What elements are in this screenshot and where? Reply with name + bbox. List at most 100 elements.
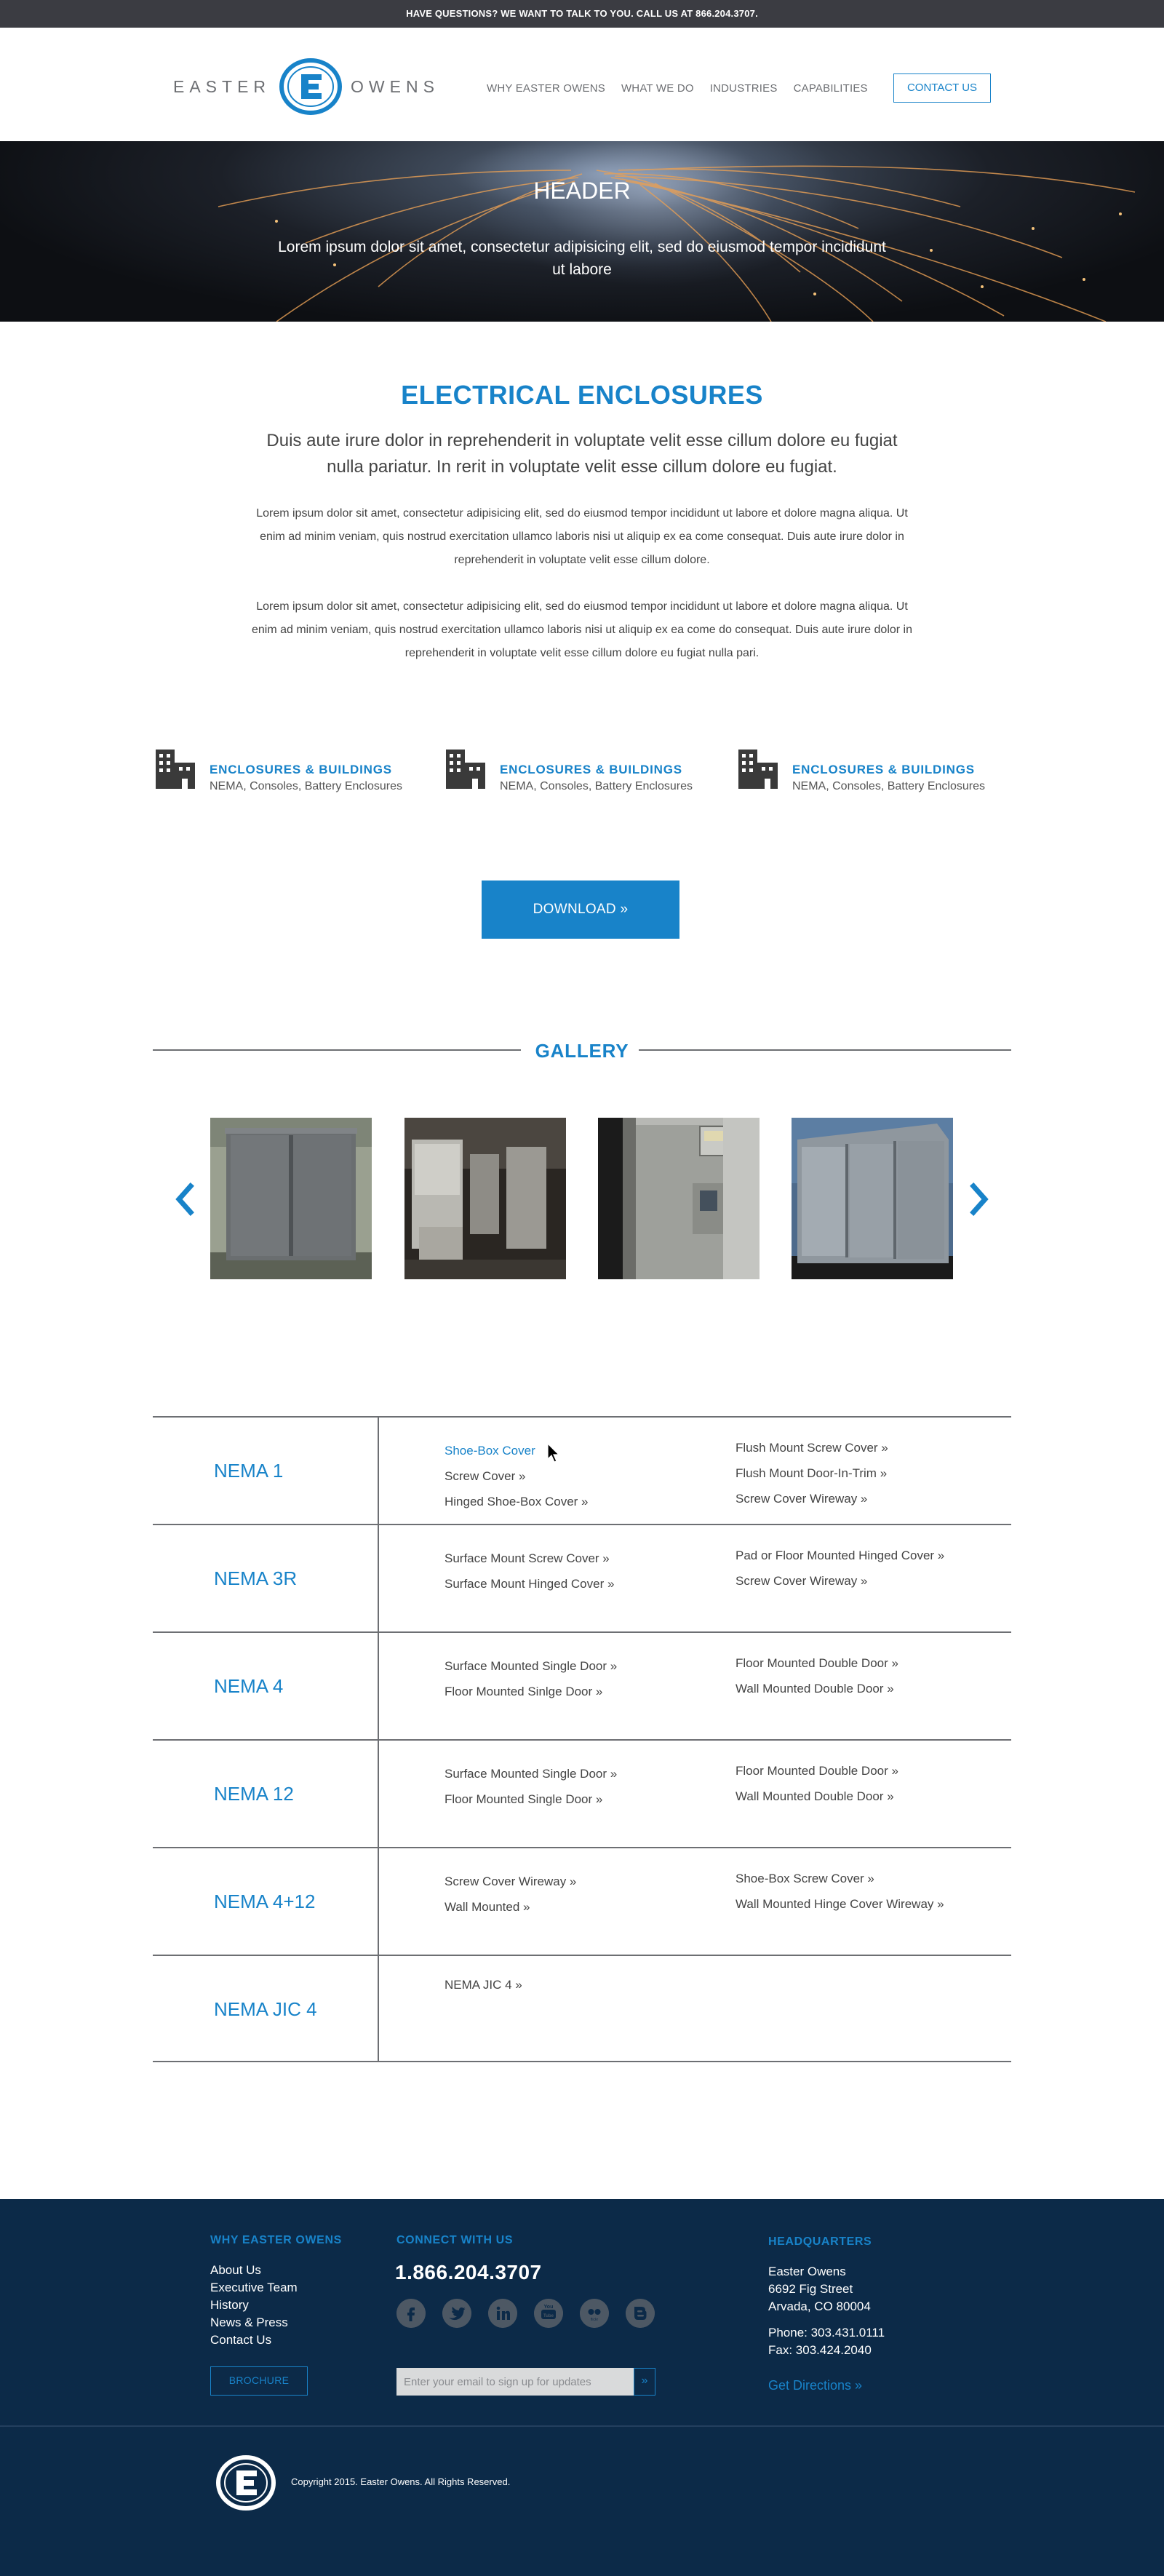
- nema-link[interactable]: Surface Mount Hinged Cover »: [445, 1571, 614, 1597]
- gallery-thumbnail[interactable]: [210, 1118, 372, 1279]
- feature-item[interactable]: ENCLOSURES & BUILDINGS NEMA, Consoles, B…: [445, 748, 693, 800]
- nema-links-col1: Surface Mounted Single Door » Floor Moun…: [445, 1653, 617, 1704]
- nema-category-name[interactable]: NEMA 12: [214, 1741, 294, 1847]
- flickr-icon[interactable]: flickr: [580, 2299, 609, 2328]
- main-nav: WHY EASTER OWENS WHAT WE DO INDUSTRIES C…: [487, 73, 884, 103]
- nema-link[interactable]: Wall Mounted »: [445, 1894, 576, 1920]
- feature-item[interactable]: ENCLOSURES & BUILDINGS NEMA, Consoles, B…: [154, 748, 402, 800]
- feature-title: ENCLOSURES & BUILDINGS: [500, 763, 682, 776]
- nema-category-name[interactable]: NEMA 3R: [214, 1525, 297, 1631]
- site-header: EASTER OWENS WHY EASTER OWENS WHAT WE DO…: [0, 28, 1164, 141]
- feature-title: ENCLOSURES & BUILDINGS: [210, 763, 392, 776]
- intro-paragraph-1: Lorem ipsum dolor sit amet, consectetur …: [256, 507, 908, 566]
- footer-phone[interactable]: 1.866.204.3707: [395, 2261, 542, 2284]
- footer-link-about[interactable]: About Us: [210, 2262, 298, 2279]
- page-title: ELECTRICAL ENCLOSURES: [401, 380, 763, 410]
- nema-link[interactable]: Wall Mounted Hinge Cover Wireway »: [736, 1891, 944, 1917]
- nema-link[interactable]: Screw Cover Wireway »: [736, 1486, 888, 1511]
- nema-link[interactable]: Screw Cover »: [445, 1463, 589, 1489]
- brochure-button[interactable]: BROCHURE: [210, 2366, 308, 2396]
- nema-link[interactable]: NEMA JIC 4 »: [445, 1972, 522, 1997]
- chevron-left-icon[interactable]: [170, 1179, 199, 1220]
- hq-fax: Fax: 303.424.2040: [768, 2343, 872, 2357]
- nema-link[interactable]: Floor Mounted Single Door »: [445, 1786, 617, 1812]
- feature-subtitle: NEMA, Consoles, Battery Enclosures: [792, 780, 985, 792]
- feature-subtitle: NEMA, Consoles, Battery Enclosures: [210, 780, 402, 792]
- footer-connect-heading: CONNECT WITH US: [396, 2234, 514, 2246]
- twitter-icon[interactable]: [442, 2299, 471, 2328]
- nema-divider: [378, 1741, 379, 1847]
- feature-item[interactable]: ENCLOSURES & BUILDINGS NEMA, Consoles, B…: [737, 748, 985, 800]
- blogger-icon[interactable]: [626, 2299, 655, 2328]
- nav-capabilities[interactable]: CAPABILITIES: [794, 82, 868, 95]
- contact-us-button[interactable]: CONTACT US: [893, 73, 991, 103]
- welding-sparks-image: [218, 165, 1136, 322]
- gallery-thumbnail[interactable]: [404, 1118, 566, 1279]
- gallery-thumbnail[interactable]: [598, 1118, 760, 1279]
- nema-link[interactable]: Shoe-Box Screw Cover »: [736, 1866, 944, 1891]
- hq-phone: Phone: 303.431.0111: [768, 2326, 885, 2340]
- nema-links-col1: NEMA JIC 4 »: [445, 1972, 522, 1997]
- nema-divider: [378, 1848, 379, 1955]
- feature-subtitle: NEMA, Consoles, Battery Enclosures: [500, 780, 693, 792]
- nema-links-col1: Surface Mounted Single Door » Floor Moun…: [445, 1761, 617, 1812]
- nav-industries[interactable]: INDUSTRIES: [710, 82, 778, 95]
- nema-link[interactable]: Floor Mounted Double Door »: [736, 1758, 898, 1784]
- footer-hq-heading: HEADQUARTERS: [768, 2235, 872, 2248]
- nema-category-name[interactable]: NEMA 4+12: [214, 1848, 315, 1955]
- nema-divider: [378, 1956, 379, 2062]
- nema-category-name[interactable]: NEMA 1: [214, 1418, 283, 1524]
- building-icon: [446, 750, 485, 789]
- nema-link[interactable]: Screw Cover Wireway »: [736, 1568, 944, 1594]
- linkedin-icon[interactable]: [488, 2299, 517, 2328]
- hero-title: HEADER: [533, 178, 631, 204]
- nema-link[interactable]: Pad or Floor Mounted Hinged Cover »: [736, 1543, 944, 1568]
- footer-why-links: About Us Executive Team History News & P…: [210, 2262, 298, 2349]
- hero-subtitle: Lorem ipsum dolor sit amet, consectetur …: [278, 239, 886, 278]
- nema-link[interactable]: Hinged Shoe-Box Cover »: [445, 1489, 589, 1514]
- logo[interactable]: EASTER OWENS: [173, 58, 439, 115]
- nema-divider: [378, 1633, 379, 1739]
- nema-link[interactable]: Flush Mount Screw Cover »: [736, 1435, 888, 1460]
- nema-link[interactable]: Flush Mount Door-In-Trim »: [736, 1460, 888, 1486]
- download-button[interactable]: DOWNLOAD »: [482, 880, 679, 939]
- mouse-cursor-icon: [547, 1443, 560, 1463]
- nav-what-we-do[interactable]: WHAT WE DO: [621, 82, 694, 95]
- facebook-icon[interactable]: [396, 2299, 426, 2328]
- footer-link-contact[interactable]: Contact Us: [210, 2331, 298, 2349]
- nema-link[interactable]: Surface Mounted Single Door »: [445, 1761, 617, 1786]
- svg-text:You: You: [544, 2305, 554, 2310]
- chevron-right-icon[interactable]: [965, 1179, 994, 1220]
- nema-link[interactable]: Floor Mounted Sinlge Door »: [445, 1679, 617, 1704]
- nema-category-name[interactable]: NEMA 4: [214, 1633, 283, 1739]
- intro-lead: Duis aute irure dolor in reprehenderit i…: [266, 431, 898, 477]
- nema-link[interactable]: Surface Mount Screw Cover »: [445, 1546, 614, 1571]
- nema-link[interactable]: Surface Mounted Single Door »: [445, 1653, 617, 1679]
- newsletter-email-input[interactable]: [396, 2368, 634, 2396]
- nema-link[interactable]: Shoe-Box Cover: [445, 1438, 589, 1463]
- footer-link-news-press[interactable]: News & Press: [210, 2314, 298, 2331]
- nema-category-name[interactable]: NEMA JIC 4: [214, 1956, 317, 2062]
- get-directions-link[interactable]: Get Directions »: [768, 2378, 862, 2393]
- logo-word-left: EASTER: [173, 76, 271, 96]
- nema-links-col1: Screw Cover Wireway » Wall Mounted »: [445, 1869, 576, 1920]
- nema-row: NEMA JIC 4 NEMA JIC 4 »: [153, 1955, 1011, 2062]
- address-line: 6692 Fig Street: [768, 2282, 853, 2296]
- footer-link-history[interactable]: History: [210, 2297, 298, 2314]
- address-line: Arvada, CO 80004: [768, 2299, 871, 2313]
- nav-why-easter-owens[interactable]: WHY EASTER OWENS: [487, 82, 605, 95]
- gallery-thumbnail[interactable]: [792, 1118, 953, 1279]
- nema-link[interactable]: Floor Mounted Double Door »: [736, 1650, 898, 1676]
- nema-link[interactable]: Screw Cover Wireway »: [445, 1869, 576, 1894]
- nema-links-col2: Flush Mount Screw Cover » Flush Mount Do…: [736, 1435, 888, 1511]
- svg-text:flickr: flickr: [591, 2318, 599, 2322]
- nema-row: NEMA 4+12 Screw Cover Wireway » Wall Mou…: [153, 1847, 1011, 1955]
- logo-word-right: OWENS: [351, 76, 439, 96]
- newsletter-submit-button[interactable]: »: [634, 2368, 655, 2396]
- footer-link-executive-team[interactable]: Executive Team: [210, 2279, 298, 2297]
- youtube-icon[interactable]: You Tube: [534, 2299, 563, 2328]
- nema-link[interactable]: Wall Mounted Double Door »: [736, 1784, 898, 1809]
- nema-link[interactable]: Wall Mounted Double Door »: [736, 1676, 898, 1701]
- footer-logo-icon[interactable]: [215, 2454, 276, 2512]
- feature-title: ENCLOSURES & BUILDINGS: [792, 763, 975, 776]
